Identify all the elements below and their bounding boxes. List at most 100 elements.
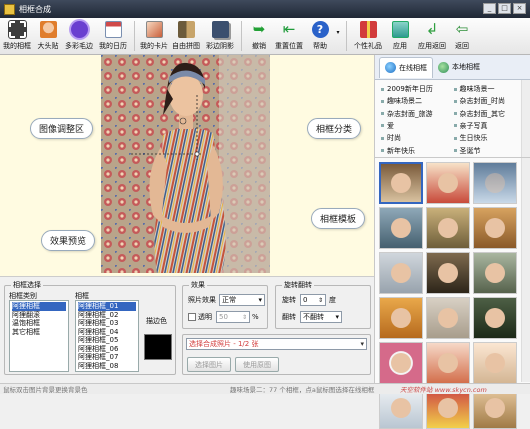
minimize-button[interactable]: _ [483, 3, 496, 14]
category-item[interactable]: 趣味场景二 [381, 95, 454, 107]
compose-photo-select[interactable]: 选择合成照片 - 1/2 张 ▾ [186, 338, 367, 350]
frame-thumbnail[interactable] [473, 162, 517, 204]
frame-thumbnail[interactable] [379, 162, 423, 204]
toolbar-separator [134, 21, 135, 51]
frame-thumbnail[interactable] [473, 297, 517, 339]
edge-color-label: 描边色 [146, 317, 167, 325]
maximize-button[interactable]: □ [498, 3, 511, 14]
frame-thumbnail[interactable] [426, 342, 470, 384]
toolbar-reset-position-button[interactable]: ⇤ 重置位置 [272, 18, 306, 51]
puzzle-icon [177, 21, 195, 38]
list-item[interactable]: 阿狸相框_03 [78, 319, 136, 328]
frame-thumbnail[interactable] [426, 162, 470, 204]
rotate-unit: 度 [329, 296, 336, 304]
list-item[interactable]: 其它相框 [12, 328, 66, 337]
list-item[interactable]: 温饱相框 [12, 319, 66, 328]
list-item[interactable]: 阿狸相框_01 [78, 302, 136, 311]
preview-photo[interactable] [101, 55, 270, 273]
template-scrollbar[interactable] [521, 158, 530, 382]
toolbar-my-frame-button[interactable]: 我的相框 [0, 18, 34, 51]
toolbar-gift-button[interactable]: 个性礼品 [351, 18, 385, 51]
frame-thumbnail[interactable] [379, 297, 423, 339]
rotate-label: 旋转 [282, 296, 296, 304]
category-item[interactable]: 圣诞节 [454, 145, 527, 157]
category-item[interactable]: 趣味场景一 [454, 83, 527, 95]
frame-thumbnail[interactable] [379, 207, 423, 249]
list-item[interactable]: 阿狸相框 [12, 302, 66, 311]
toolbar-undo-button[interactable]: ➥ 撤销 [246, 18, 272, 51]
frame-listbox[interactable]: 阿狸相框_01 阿狸相框_02 阿狸相框_03 阿狸相框_04 阿狸相框_05 … [75, 300, 139, 372]
toolbar-separator [241, 21, 242, 51]
frame-category-listbox[interactable]: 阿狸相框 阿狸翻滚 温饱相框 其它相框 [9, 300, 69, 372]
frame-thumbnail[interactable] [473, 207, 517, 249]
toolbar-shadow-border-button[interactable]: 彩边阴影 [203, 18, 237, 51]
shadow-border-icon [211, 21, 229, 38]
sticker-face-icon [39, 21, 57, 38]
category-item[interactable]: 杂志封面_旅游 [381, 108, 454, 120]
frame-thumbnail[interactable] [426, 207, 470, 249]
category-item[interactable]: 生日快乐 [454, 132, 527, 144]
colorful-edge-icon [70, 21, 88, 38]
chevron-down-icon: ▾ [258, 296, 262, 304]
effect-title: 效果 [189, 280, 207, 290]
window-controls: _ □ × [483, 3, 526, 14]
image-adjust-area[interactable]: 图像调整区 效果预览 相框分类 相框模板 [0, 55, 374, 277]
frame-source-tabs: 在线相框 本地相框 [375, 55, 530, 80]
toolbar-back-button[interactable]: ⇦ 返回 [449, 18, 475, 51]
toolbar-help-button[interactable]: ? 帮助 [306, 18, 334, 51]
toolbar-card-button[interactable]: 我的卡片 [139, 18, 169, 51]
frame-template-grid [375, 158, 530, 429]
rotate-input[interactable]: 0 ⇕ [300, 294, 326, 306]
rotate-title: 旋转翻转 [282, 280, 314, 290]
tab-online-frames[interactable]: 在线相框 [379, 56, 433, 78]
list-item[interactable]: 阿狸相框_07 [78, 353, 136, 362]
list-item[interactable]: 阿狸相框_04 [78, 328, 136, 337]
toolbar-colorful-edge-button[interactable]: 多彩毛边 [62, 18, 96, 51]
status-right-text: 趣味场景二：77 个相框，点a鼠标图选择在线相框 [230, 386, 375, 394]
transparent-label: 透明 [198, 313, 212, 321]
apply-icon [391, 21, 409, 38]
category-item[interactable]: 爱 [381, 120, 454, 132]
category-item[interactable]: 新年快乐 [381, 145, 454, 157]
apply-return-icon: ↲ [425, 20, 439, 38]
transparent-checkbox[interactable] [188, 313, 196, 321]
category-item[interactable]: 杂志封面_其它 [454, 108, 527, 120]
category-item[interactable]: 时尚 [381, 132, 454, 144]
category-scrollbar[interactable] [521, 80, 530, 157]
callout-template: 相框模板 [311, 208, 366, 229]
toolbar-sticker-button[interactable]: 大头贴 [34, 18, 62, 51]
callout-preview: 效果预览 [41, 230, 96, 251]
compose-photo-group: 选择合成照片 - 1/2 张 ▾ 选择图片 使用原图 [182, 334, 371, 375]
toolbar-calendar-button[interactable]: 我的日历 [96, 18, 130, 51]
title-bar: 相框合成 _ □ × [0, 0, 530, 18]
flip-select[interactable]: 不翻转 ▾ [300, 311, 342, 323]
toolbar-puzzle-button[interactable]: 自由拼图 [169, 18, 203, 51]
close-button[interactable]: × [513, 3, 526, 14]
photo-effect-select[interactable]: 正常 ▾ [219, 294, 265, 306]
frame-thumbnail[interactable] [379, 252, 423, 294]
use-original-button[interactable]: 使用原图 [235, 357, 279, 372]
frame-thumbnail[interactable] [426, 252, 470, 294]
select-image-button[interactable]: 选择图片 [187, 357, 231, 372]
list-item[interactable]: 阿狸相框_05 [78, 336, 136, 345]
chevron-down-icon: ▾ [335, 313, 339, 321]
app-icon [4, 3, 15, 15]
category-item[interactable]: 亲子写真 [454, 120, 527, 132]
frame-thumbnail[interactable] [426, 297, 470, 339]
frame-thumbnail[interactable] [473, 252, 517, 294]
help-dropdown-arrow[interactable]: ▾ [334, 18, 342, 36]
list-item[interactable]: 阿狸相框_06 [78, 345, 136, 354]
category-item[interactable]: 2009新年日历 [381, 83, 454, 95]
frame-thumbnail[interactable] [379, 342, 423, 384]
list-item[interactable]: 阿狸翻滚 [12, 311, 66, 320]
list-item[interactable]: 阿狸相框_02 [78, 311, 136, 320]
frame-thumbnail[interactable] [473, 342, 517, 384]
toolbar-apply-return-button[interactable]: ↲ 应用返回 [415, 18, 449, 51]
category-item[interactable]: 杂志封面_时尚 [454, 95, 527, 107]
tab-local-frames[interactable]: 本地相框 [433, 57, 485, 78]
edge-color-swatch[interactable] [144, 334, 172, 360]
transparent-input[interactable]: 50 ⇕ [216, 311, 250, 323]
spin-arrows-icon: ⇕ [241, 313, 247, 321]
toolbar-apply-button[interactable]: 应用 [385, 18, 415, 51]
list-item[interactable]: 阿狸相框_08 [78, 362, 136, 371]
